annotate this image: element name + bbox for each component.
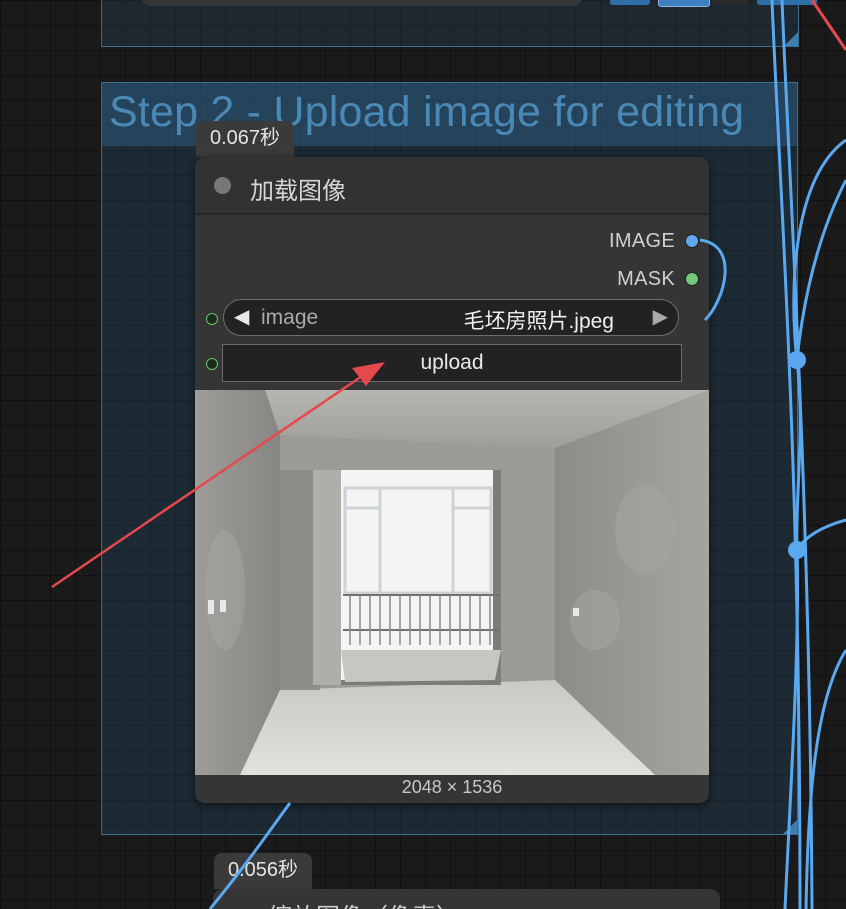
group-resize-handle[interactable]	[783, 820, 797, 834]
output-label: MASK	[617, 267, 675, 290]
wire-long-5	[795, 518, 846, 551]
output-mask[interactable]: MASK	[617, 267, 699, 291]
toolbar-button[interactable]	[610, 0, 650, 5]
toolbar-button[interactable]	[712, 0, 748, 5]
toolbar-button-active[interactable]	[658, 0, 710, 7]
combo-value[interactable]: 毛坯房照片.jpeg	[463, 305, 614, 335]
workflow-canvas[interactable]: Step 2 - Upload image for editing 0.067秒…	[0, 0, 846, 909]
triangle-left-icon[interactable]: ◀	[234, 304, 249, 329]
node-title-bar[interactable]: 加载图像	[195, 157, 709, 215]
image-dimensions: 2048 × 1536	[401, 777, 503, 797]
triangle-right-icon[interactable]: ▶	[653, 304, 668, 329]
group-resize-handle[interactable]	[784, 32, 798, 46]
output-label: IMAGE	[609, 229, 675, 252]
exec-time-badge: 0.056秒	[214, 853, 313, 889]
upload-button[interactable]: upload	[222, 344, 682, 382]
node-top-partial[interactable]	[142, 0, 582, 6]
output-slot-dot-icon[interactable]	[685, 272, 699, 286]
wire-long-4	[795, 179, 846, 361]
combo-label: image	[261, 306, 319, 329]
wire-long-6	[804, 649, 846, 909]
image-combo-widget[interactable]: ◀ image 毛坯房照片.jpeg ▶	[223, 299, 679, 336]
exec-time-badge: 0.067秒	[196, 121, 295, 157]
widget-input-slot-icon[interactable]	[206, 358, 218, 370]
image-preview	[195, 390, 709, 775]
node-load-image[interactable]: 加载图像 IMAGE MASK ◀ image 毛坯房照片.jpeg ▶ upl…	[195, 157, 709, 803]
group-step1[interactable]	[101, 0, 799, 47]
collapse-dot-icon[interactable]	[214, 177, 231, 194]
output-slot-dot-icon[interactable]	[685, 234, 699, 248]
toolbar-button[interactable]	[757, 0, 817, 5]
node-title: 缩放图像（像素）	[268, 897, 460, 909]
room-photo	[195, 390, 709, 775]
node-resize-image[interactable]: 缩放图像（像素）	[213, 889, 720, 909]
node-title: 加载图像	[250, 178, 346, 205]
output-image[interactable]: IMAGE	[609, 229, 699, 253]
widget-input-slot-icon[interactable]	[206, 313, 218, 325]
